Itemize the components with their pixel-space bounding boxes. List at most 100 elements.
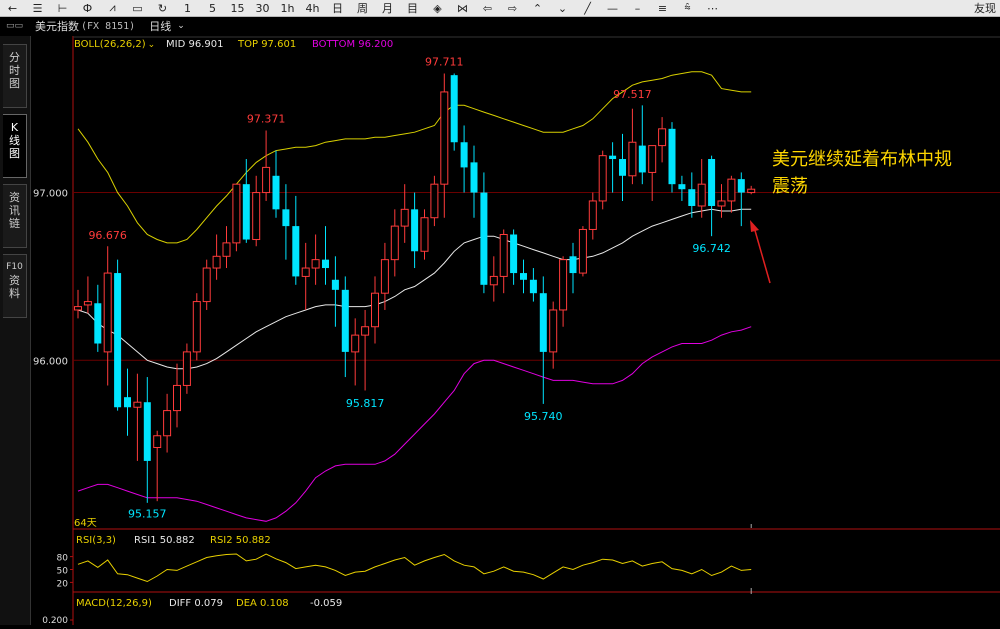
candle-body-up [717,200,726,207]
candle-body-up [400,208,409,227]
candle [232,183,241,252]
boll-legend-caret-icon[interactable]: ⌄ [148,40,156,50]
fib-icon[interactable]: ⩯ [675,0,700,16]
rsi-line [77,553,752,583]
candle-body-down [124,397,131,408]
line-chart-icon[interactable]: ⩘ [100,0,125,16]
tab-news-char: 链 [9,217,20,230]
candle-body-down [737,179,745,193]
candle [609,142,617,193]
candle-body-up [222,242,231,257]
price-annotation: 95.817 [346,397,385,410]
toolbar-period-month[interactable]: 月 [375,0,400,16]
toolbar-period-1[interactable]: 1 [175,0,200,16]
toolbar-period-30[interactable]: 30 [250,0,275,16]
toolbar-period-1h[interactable]: 1h [275,0,300,16]
more-icon[interactable]: ⋯ [700,0,725,16]
candle [619,133,626,201]
candle [529,268,537,302]
candle-body-down [619,159,626,176]
candle-body-up [301,267,310,277]
candle [727,175,736,213]
macd-legend-label[interactable]: MACD(12,26,9) [76,598,152,609]
refresh-icon[interactable]: ↻ [150,0,175,16]
period-label[interactable]: 日线 [135,18,177,34]
list-icon[interactable]: ☰ [25,0,50,16]
candle [322,226,329,285]
candle [341,276,349,378]
tab-intraday[interactable]: 分时图 [3,44,27,108]
candlestick-icon[interactable]: ⊢ [50,0,75,16]
tab-news[interactable]: 资讯链 [3,184,27,248]
candle-body-up [549,309,558,353]
candle [737,172,745,227]
candle [331,256,339,327]
candle [371,276,379,344]
rsi-legend-label[interactable]: RSI(3,3) [76,535,116,546]
candle-body-up [648,145,657,173]
kline-icon[interactable]: Ф [75,0,100,16]
title-bar: ▭▭ 美元指数 (FX 8151) 日线 ⌄ [0,17,1000,35]
candle [282,184,290,260]
zoom-in-icon[interactable]: ⌃ [525,0,550,16]
rsi-legend-rsi1: RSI1 50.882 [134,535,195,546]
candle-body-up [202,267,211,303]
candle-body-down [520,273,527,280]
candle-body-down [510,234,518,274]
chart-area[interactable]: 97.000 96.000 96.676 95.157 97.371 95.817 97.… [30,36,1000,626]
candle-body-up [83,301,92,306]
eye-icon[interactable]: ◈ [425,0,450,16]
candle [688,172,696,218]
candle [192,293,201,361]
macd-panel: 0.200 [42,616,73,626]
boll-legend-label[interactable]: BOLL(26,26,2) [74,39,146,50]
title-menu-icon[interactable]: ▭▭ [0,21,29,31]
zoom-out-icon[interactable]: ⌄ [550,0,575,16]
toolbar-period-4h[interactable]: 4h [300,0,325,16]
instrument-name: 美元指数 [35,20,80,33]
toolbar-period-5[interactable]: 5 [200,0,225,16]
toolbar-period-week[interactable]: 周 [350,0,375,16]
toolbar-period-year[interactable]: 目 [400,0,425,16]
arrow-head [750,220,759,232]
candle [173,363,181,428]
arrow-left-icon[interactable]: ⇦ [475,0,500,16]
price-annotation: 97.371 [247,112,286,125]
candle-body-up [182,351,191,386]
candle-body-up [232,183,241,244]
candle-body-up [598,155,607,202]
tab-kline-char: 线 [9,134,20,147]
tab-f10[interactable]: F10 资料 [3,254,27,318]
candle [697,159,706,218]
toolbar-period-day[interactable]: 日 [325,0,350,16]
arrow-right-icon[interactable]: ⇨ [500,0,525,16]
boll-legend-top: TOP 97.601 [237,39,296,50]
channel-icon[interactable]: ≡ [650,0,675,16]
candle-body-down [470,162,478,193]
candle [272,150,280,218]
candle [569,242,577,294]
tab-kline[interactable]: K线图 [3,114,27,178]
box-icon[interactable]: ▭ [125,0,150,16]
candle-body-up [430,183,439,219]
cross-icon[interactable]: ⋈ [450,0,475,16]
candle-body-down [322,259,329,269]
candle [202,259,211,310]
candle-body-down [539,293,547,352]
price-annotation: 95.157 [128,508,167,521]
candle-body-up [588,200,597,230]
candle [242,159,250,243]
back-arrow-icon[interactable]: ← [0,0,25,16]
candle [628,108,637,185]
period-dropdown-icon[interactable]: ⌄ [177,21,191,31]
instrument-symbol: (FX 8151) [81,20,136,32]
candle [549,301,558,369]
hline2-icon[interactable]: – [625,0,650,16]
candle-body-down [638,145,646,173]
toolbar-period-15[interactable]: 15 [225,0,250,16]
draw-line-icon[interactable]: ╱ [575,0,600,16]
candle [658,117,667,163]
kline-chart[interactable]: 97.000 96.000 96.676 95.157 97.371 95.817 97.… [30,36,1000,626]
toolbar-right-label[interactable]: 友现 [974,0,996,16]
hline-icon[interactable]: — [600,0,625,16]
